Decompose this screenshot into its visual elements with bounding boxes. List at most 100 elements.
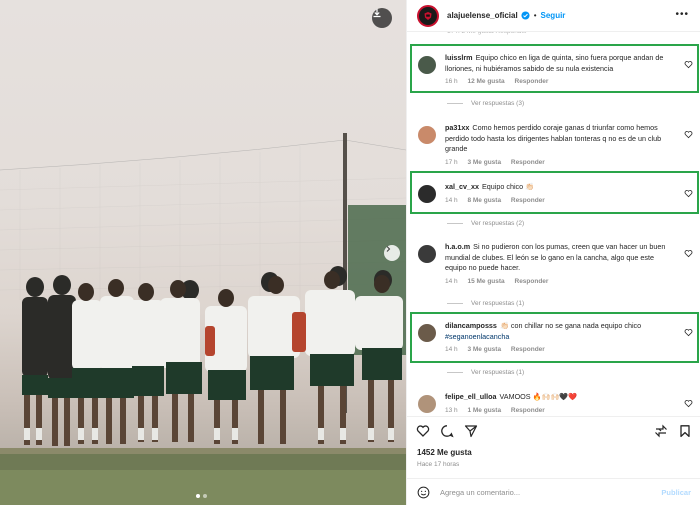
comment-username[interactable]: dilancamposss (445, 321, 497, 330)
heart-icon[interactable] (684, 328, 693, 337)
post-header: alajuelense_oficial • Seguir ••• (407, 0, 700, 32)
comment-likes[interactable]: 15 Me gusta (467, 278, 504, 285)
comment-hashtag[interactable]: #seganoenlacancha (445, 332, 509, 341)
heart-icon[interactable] (684, 249, 693, 258)
view-replies-label: Ver respuestas (2) (471, 220, 525, 227)
post-time: Hace 17 horas (417, 461, 460, 468)
view-replies-label: Ver respuestas (1) (471, 300, 525, 307)
reply-button[interactable]: Responder (511, 346, 545, 353)
comment-meta: 14 h 3 Me gusta Responder (445, 346, 699, 353)
comment-input[interactable] (440, 487, 650, 497)
reply-button[interactable]: Responder (515, 78, 549, 85)
emoji-icon[interactable] (417, 486, 430, 499)
heart-icon (416, 425, 430, 437)
comment-item: felipe_ell_ulloa VAMOOS 🔥🙌🏻🙌🏻🖤❤️ 13 h 1 M… (415, 387, 699, 414)
comment-meta: 14 h 8 Me gusta Responder (445, 197, 699, 204)
heart-icon[interactable] (684, 130, 693, 139)
comment-likes[interactable]: 3 Me gusta (467, 159, 501, 166)
heart-icon[interactable] (684, 60, 693, 69)
comment-username[interactable]: xal_cv_xx (445, 182, 479, 191)
comment-button[interactable] (439, 423, 455, 439)
replies-divider (447, 223, 463, 224)
comment-content: 👏🏻 con chillar no se gana nada equipo ch… (499, 321, 642, 330)
next-photo-button[interactable] (384, 245, 400, 261)
post-photo[interactable] (0, 0, 406, 505)
view-replies-button[interactable]: Ver respuestas (1) (447, 300, 524, 307)
bookmark-icon (680, 425, 690, 438)
comment-text: felipe_ell_ulloa VAMOOS 🔥🙌🏻🙌🏻🖤❤️ (445, 392, 677, 403)
like-button[interactable] (415, 423, 431, 439)
download-icon (373, 9, 381, 18)
comment-meta: 13 h 1 Me gusta Responder (445, 407, 699, 414)
comment-content: Si no pudieron con los pumas, creen que … (445, 242, 666, 273)
comment-item: xal_cv_xx Equipo chico 👏🏻 14 h 8 Me gusta… (415, 177, 699, 204)
replies-divider (447, 303, 463, 304)
reply-button[interactable]: Responder (511, 407, 545, 414)
carousel-dot (203, 494, 207, 498)
comment-likes[interactable]: 8 Me gusta (467, 197, 501, 204)
commenter-avatar[interactable] (418, 395, 436, 413)
reply-button[interactable]: Responder (511, 159, 545, 166)
comment-meta: 14 h 15 Me gusta Responder (445, 278, 699, 285)
save-button[interactable] (677, 423, 693, 439)
comment-likes[interactable]: 1 Me gusta (467, 407, 501, 414)
view-replies-button[interactable]: Ver respuestas (1) (447, 369, 524, 376)
download-button[interactable] (372, 8, 392, 28)
comment-username[interactable]: luisslrm (445, 53, 473, 62)
team-huddle-image (0, 133, 406, 505)
share-button[interactable] (463, 423, 479, 439)
comment-meta: 17 h 3 Me gusta Responder (445, 159, 699, 166)
comment-meta: 16 h 12 Me gusta Responder (445, 78, 699, 85)
comment-text: h.a.o.m Si no pudieron con los pumas, cre… (445, 242, 677, 274)
replies-divider (447, 372, 463, 373)
comment-time: 14 h (445, 346, 458, 354)
share-icon (464, 425, 478, 438)
view-replies-button[interactable]: Ver respuestas (3) (447, 100, 524, 107)
likes-count[interactable]: 1452 Me gusta (417, 448, 472, 457)
comment-time: 14 h (445, 196, 458, 204)
repost-icon (655, 424, 667, 438)
comment-likes[interactable]: 3 Me gusta (467, 346, 501, 353)
comment-content: VAMOOS 🔥🙌🏻🙌🏻🖤❤️ (499, 392, 578, 401)
comment-username[interactable]: h.a.o.m (445, 242, 470, 251)
comment-username[interactable]: felipe_ell_ulloa (445, 392, 497, 401)
comment-text: xal_cv_xx Equipo chico 👏🏻 (445, 182, 677, 193)
view-replies-button[interactable]: Ver respuestas (2) (447, 220, 524, 227)
repost-button[interactable] (653, 423, 669, 439)
carousel-dot-active (196, 494, 200, 498)
carousel-dots (196, 494, 207, 498)
comment-time: 17 h (445, 158, 458, 166)
add-comment-bar: Publicar (407, 478, 700, 505)
club-logo-icon (424, 11, 432, 20)
account-avatar[interactable] (417, 4, 439, 27)
commenter-avatar[interactable] (418, 245, 436, 263)
heart-icon[interactable] (684, 189, 693, 198)
commenter-avatar[interactable] (418, 185, 436, 203)
heart-icon[interactable] (684, 399, 693, 408)
view-replies-label: Ver respuestas (1) (471, 369, 525, 376)
header-separator: • (533, 11, 537, 20)
comment-content: Equipo chico en liga de quinta, sino fue… (445, 53, 664, 73)
reply-button[interactable]: Responder (511, 197, 545, 204)
comment-content: Como hemos perdido coraje ganas d triunf… (445, 123, 662, 154)
chevron-right-icon (386, 246, 391, 252)
comment-text: pa31xx Como hemos perdido coraje ganas d … (445, 123, 677, 155)
comment-time: 16 h (445, 78, 458, 86)
follow-button[interactable]: Seguir (541, 11, 566, 20)
commenter-avatar[interactable] (418, 324, 436, 342)
post-actions-bar (407, 416, 700, 444)
commenter-avatar[interactable] (418, 126, 436, 144)
comment-item: dilancamposss 👏🏻 con chillar no se gana n… (415, 316, 699, 353)
comment-username[interactable]: pa31xx (445, 123, 469, 132)
comment-item: pa31xx Como hemos perdido coraje ganas d … (415, 118, 699, 166)
commenter-avatar[interactable] (418, 56, 436, 74)
publish-button[interactable]: Publicar (661, 488, 691, 497)
comment-item: luisslrm Equipo chico en liga de quinta, … (415, 48, 699, 85)
comment-time: 14 h (445, 277, 458, 285)
comment-text: dilancamposss 👏🏻 con chillar no se gana n… (445, 321, 677, 342)
account-username[interactable]: alajuelense_oficial (447, 11, 518, 20)
view-replies-label: Ver respuestas (3) (471, 100, 525, 107)
more-options-button[interactable]: ••• (675, 9, 689, 20)
reply-button[interactable]: Responder (515, 278, 549, 285)
comment-likes[interactable]: 12 Me gusta (467, 78, 504, 85)
